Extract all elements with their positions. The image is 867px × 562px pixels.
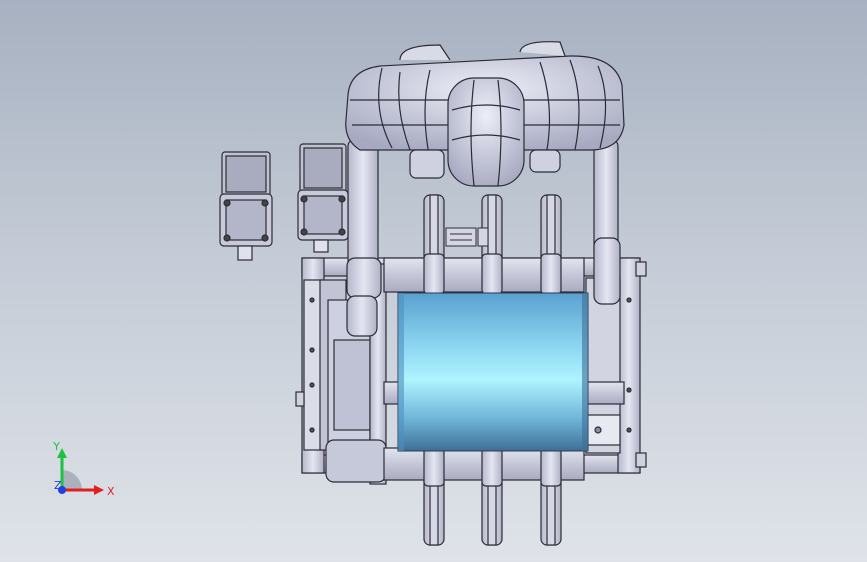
orientation-triad: Y X Z xyxy=(52,440,115,498)
sensor-module-right[interactable] xyxy=(297,143,349,253)
blue-drum[interactable] xyxy=(397,292,589,452)
cad-viewport[interactable]: Y X Z xyxy=(0,0,867,562)
sensor-module-left[interactable] xyxy=(219,151,273,261)
model-canvas[interactable] xyxy=(0,0,867,562)
triad-arc xyxy=(62,470,82,490)
y-axis-label: Y xyxy=(52,440,60,453)
gripper-top-assembly[interactable] xyxy=(345,41,625,187)
x-axis-label: X xyxy=(107,485,115,498)
connector-blocks xyxy=(445,227,489,247)
z-axis-label: Z xyxy=(54,479,62,492)
